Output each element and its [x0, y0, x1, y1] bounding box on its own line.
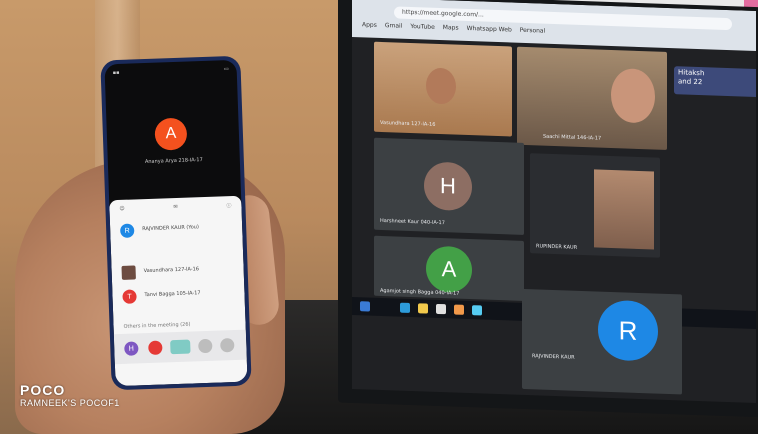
- watermark-device: RAMNEEK'S POCOF1: [20, 398, 120, 408]
- bookmark-item[interactable]: Apps: [362, 21, 377, 34]
- camera-button[interactable]: [170, 339, 191, 355]
- participant-row[interactable]: T Tanvi Bagga 105-lA-17: [122, 284, 241, 306]
- chat-icon[interactable]: ✉: [173, 204, 178, 216]
- end-call-button[interactable]: [148, 340, 163, 356]
- phone-status-bar: ▪▪ ▭: [113, 66, 229, 76]
- call-controls: H: [113, 329, 247, 365]
- participant-name: RAJVINDER KAUR (You): [142, 224, 199, 233]
- participant-row[interactable]: Vasundhara 127-lA-16: [121, 260, 240, 282]
- participant-avatar: R: [119, 223, 135, 238]
- participant-thumbnail: [121, 265, 136, 280]
- more-options-button[interactable]: [220, 338, 235, 353]
- section-label: Others in the meeting (26): [123, 321, 191, 330]
- app-icon[interactable]: [454, 304, 464, 315]
- video-tile: RUPINDER KAUR: [530, 153, 660, 258]
- tile-name: RAJVINDER KAUR: [532, 353, 575, 361]
- caller-name: Ananya Arya 218-IA-17: [144, 157, 203, 166]
- bookmark-item[interactable]: Gmail: [385, 22, 403, 35]
- participant-face: [611, 67, 655, 124]
- participant-avatar: H: [424, 161, 472, 212]
- bookmark-item[interactable]: Personal: [520, 27, 546, 40]
- people-icon[interactable]: ☺: [119, 206, 125, 218]
- edge-icon[interactable]: [400, 302, 410, 313]
- tile-name: Saachi Mittal 146-IA-17: [543, 133, 602, 142]
- chat-notice-line: and 22: [678, 77, 703, 87]
- tile-name: Harshneet Kaur 040-IA-17: [380, 217, 445, 227]
- signal-icon: ▪▪: [112, 69, 120, 77]
- photo-scene: https://meet.google.com/... Apps Gmail Y…: [0, 0, 758, 434]
- participant-tile: H Harshneet Kaur 040-IA-17: [374, 137, 524, 235]
- participant-avatar: T: [122, 289, 137, 304]
- phone-screen: ▪▪ ▭ A Ananya Arya 218-IA-17 ☺ ✉ ⓘ R RAJ…: [104, 59, 248, 387]
- monitor-screen: https://meet.google.com/... Apps Gmail Y…: [352, 0, 756, 404]
- video-tile: Saachi Mittal 146-IA-17: [517, 46, 667, 150]
- camera-watermark: POCO RAMNEEK'S POCOF1: [20, 382, 120, 408]
- participant-face: [426, 67, 456, 105]
- phone: ▪▪ ▭ A Ananya Arya 218-IA-17 ☺ ✉ ⓘ R RAJ…: [100, 55, 252, 391]
- watermark-brand: POCO: [20, 382, 66, 398]
- bookmark-item[interactable]: YouTube: [410, 23, 434, 36]
- tile-name: RUPINDER KAUR: [536, 243, 578, 251]
- sheet-tabs: ☺ ✉ ⓘ: [119, 202, 231, 218]
- participant-name: Vasundhara 127-lA-16: [143, 266, 200, 275]
- participant-avatar: A: [426, 245, 472, 294]
- video-tile: Vasundhara 127-lA-16: [374, 41, 512, 137]
- info-icon[interactable]: ⓘ: [226, 202, 231, 214]
- participant-tile: R RAJVINDER KAUR: [522, 288, 682, 395]
- participant-video: [594, 169, 654, 250]
- participant-tile: A Agamjot singh Bagga 040-IA-17: [374, 235, 524, 301]
- store-icon[interactable]: [436, 303, 446, 315]
- folder-icon[interactable]: [418, 303, 428, 314]
- bookmark-item[interactable]: Whatsapp Web: [467, 25, 512, 39]
- bookmark-item[interactable]: Maps: [443, 24, 459, 37]
- participant-name: Tanvi Bagga 105-lA-17: [144, 290, 201, 299]
- battery-icon: ▭: [223, 66, 229, 73]
- mic-button[interactable]: [198, 338, 213, 354]
- tile-name: Vasundhara 127-lA-16: [380, 119, 436, 128]
- caller-avatar: A: [154, 117, 188, 151]
- participant-avatar: R: [598, 299, 658, 362]
- chat-notification[interactable]: Hitaksh and 22: [674, 66, 756, 98]
- participant-row[interactable]: R RAJVINDER KAUR (You): [119, 218, 239, 240]
- app-icon[interactable]: [472, 305, 482, 316]
- participant-avatar: H: [124, 341, 139, 356]
- windows-start-icon[interactable]: [360, 301, 370, 312]
